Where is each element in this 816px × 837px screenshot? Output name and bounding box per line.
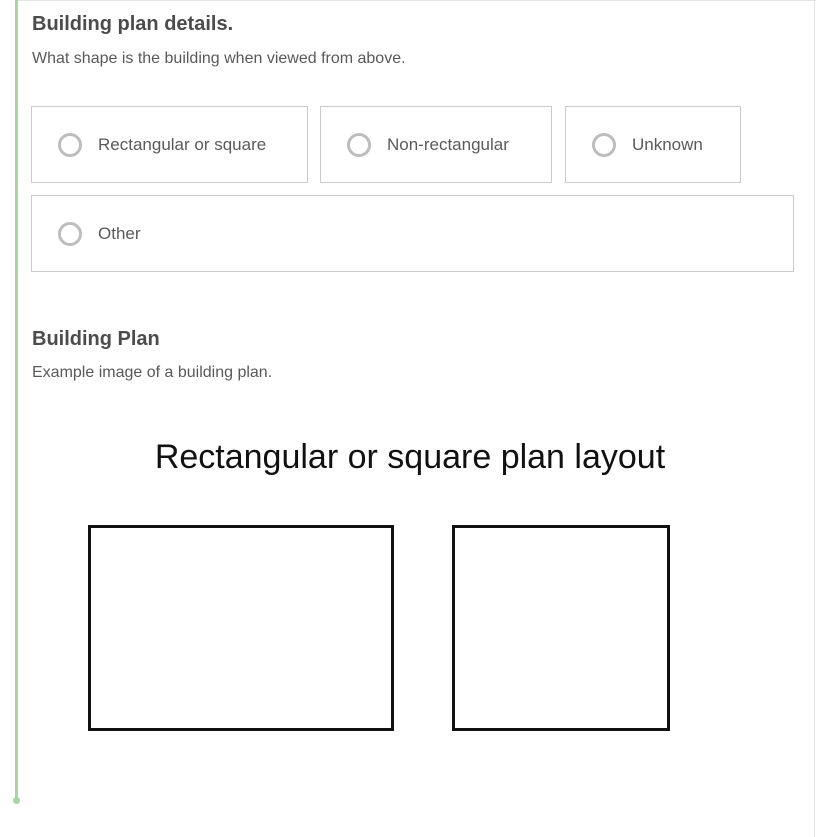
building-plan-title: Building Plan (32, 328, 160, 350)
question-title: Building plan details. (32, 13, 234, 35)
option-label: Unknown (632, 134, 703, 154)
panel-right-border (814, 0, 815, 837)
square-shape (452, 525, 670, 731)
radio-button-icon[interactable] (592, 132, 616, 157)
radio-button-icon[interactable] (58, 221, 82, 246)
radio-button-icon[interactable] (347, 132, 371, 157)
rectangle-shape (88, 525, 394, 731)
option-other[interactable]: Other (31, 195, 794, 272)
option-non-rectangular[interactable]: Non-rectangular (320, 106, 552, 183)
radio-button-icon[interactable] (58, 132, 82, 157)
building-plan-description: Example image of a building plan. (32, 364, 273, 381)
option-label: Non-rectangular (387, 134, 509, 154)
plan-image-caption: Rectangular or square plan layout (154, 438, 666, 476)
building-plan-image: Rectangular or square plan layout (40, 420, 780, 760)
option-label: Rectangular or square (98, 134, 267, 154)
option-rectangular-or-square[interactable]: Rectangular or square (31, 106, 308, 183)
question-description: What shape is the building when viewed f… (32, 50, 406, 67)
option-label: Other (98, 223, 141, 243)
panel-top-border (16, 0, 816, 1)
option-unknown[interactable]: Unknown (565, 106, 741, 183)
progress-rail-end-dot (13, 797, 20, 804)
progress-rail (15, 0, 18, 800)
